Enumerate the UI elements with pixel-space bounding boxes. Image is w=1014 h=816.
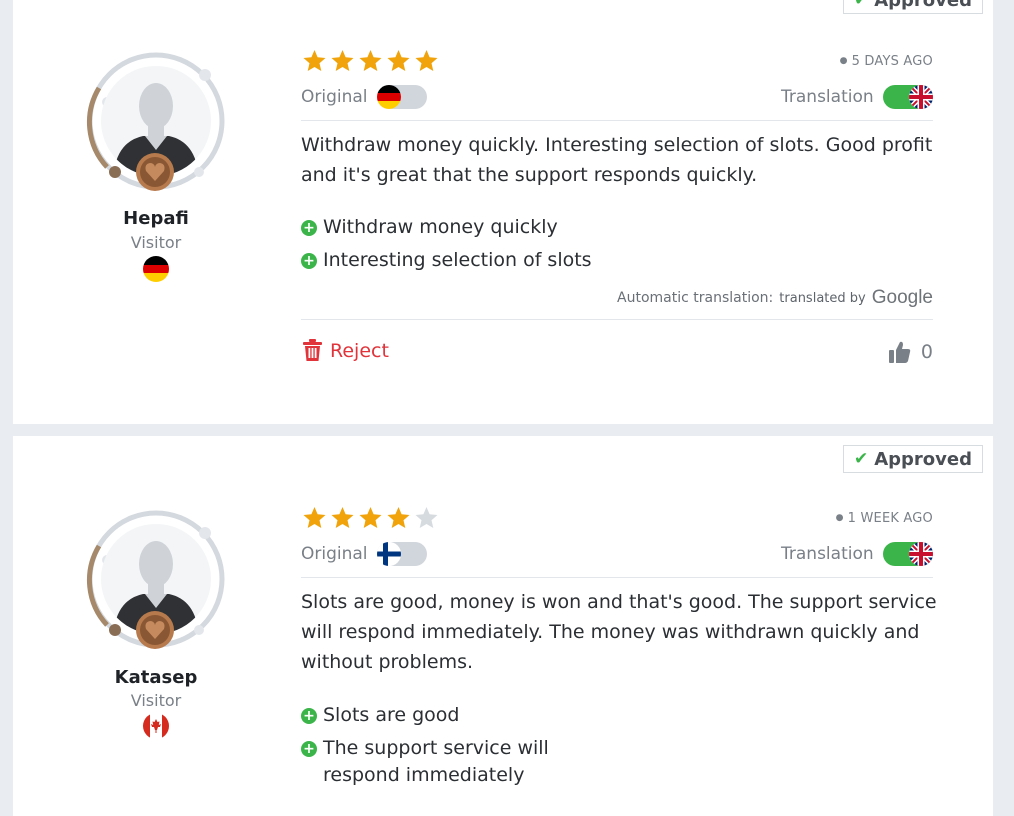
plus-icon: + <box>301 708 317 724</box>
status-label: Approved <box>874 448 972 470</box>
reject-label: Reject <box>330 339 389 362</box>
plus-icon: + <box>301 253 317 269</box>
user-role: Visitor <box>130 691 182 710</box>
uk-flag-icon <box>909 85 933 109</box>
avatar[interactable] <box>85 508 227 650</box>
trash-icon <box>303 339 322 361</box>
user-name[interactable]: Hepafi <box>85 208 227 229</box>
finland-flag-icon <box>377 542 401 566</box>
review-date: ● 1 WEEK AGO <box>835 511 933 526</box>
plus-icon: + <box>301 220 317 236</box>
date-label: 5 DAYS AGO <box>851 54 933 69</box>
original-label: Original <box>301 544 368 564</box>
status-label: Approved <box>874 0 972 11</box>
check-icon: ✔ <box>853 0 869 10</box>
review-text: Slots are good, money is won and that's … <box>301 591 937 673</box>
status-badge: ✔ Approved <box>842 445 983 473</box>
rating-stars <box>302 49 439 73</box>
divider <box>301 577 933 578</box>
star-filled-icon <box>387 507 410 528</box>
rating-stars <box>302 506 439 530</box>
star-filled-icon <box>331 50 354 71</box>
star-empty-icon <box>415 507 438 528</box>
reject-button[interactable]: Reject <box>302 339 389 362</box>
pro-text: Interesting selection of slots <box>323 249 592 271</box>
pro-text: Slots are good <box>323 704 460 726</box>
original-label: Original <box>301 87 368 107</box>
divider <box>301 120 933 121</box>
pros-list: + Slots are good + The support service wil… <box>301 702 593 795</box>
canada-flag-icon <box>143 713 169 739</box>
thumbs-up-icon <box>888 341 911 363</box>
star-filled-icon <box>415 50 438 71</box>
star-filled-icon <box>359 50 382 71</box>
pros-list: + Withdraw money quickly + Interesting sel… <box>301 214 592 280</box>
original-toggle[interactable] <box>377 85 427 109</box>
auto-translation-label: Automatic translation: <box>617 290 774 306</box>
avatar[interactable] <box>85 50 227 192</box>
pro-item: + Withdraw money quickly <box>301 214 592 241</box>
pro-item: + The support service will respond immedi… <box>301 735 593 789</box>
pro-text: The support service will respond immedia… <box>323 737 549 786</box>
translated-by-label: translated by <box>779 290 866 306</box>
like-button[interactable]: 0 <box>888 340 933 364</box>
user-name[interactable]: Katasep <box>85 667 227 688</box>
star-filled-icon <box>303 50 326 71</box>
pro-item: + Slots are good <box>301 702 593 729</box>
uk-flag-icon <box>909 542 933 566</box>
translation-toggle[interactable] <box>883 542 933 566</box>
original-toggle[interactable] <box>377 542 427 566</box>
status-badge: ✔ Approved <box>842 0 983 14</box>
likes-count: 0 <box>920 341 933 363</box>
plus-icon: + <box>301 741 317 757</box>
germany-flag-icon <box>143 256 169 282</box>
pro-text: Withdraw money quickly <box>323 216 558 238</box>
star-filled-icon <box>303 507 326 528</box>
pro-item: + Interesting selection of slots <box>301 247 592 274</box>
star-filled-icon <box>331 507 354 528</box>
review-card: ✔ Approved Katasep Visitor ● 1 WEEK AGO … <box>13 436 993 816</box>
check-icon: ✔ <box>853 449 869 469</box>
star-filled-icon <box>359 507 382 528</box>
automatic-translation-note: Automatic translation: translated by Goo… <box>617 287 933 309</box>
divider <box>301 319 933 320</box>
review-card: ✔ Approved Hepafi Visitor ● 5 DAYS AGO O… <box>13 0 993 424</box>
review-date: ● 5 DAYS AGO <box>839 54 933 69</box>
user-role: Visitor <box>130 233 182 252</box>
translation-label: Translation <box>781 544 874 564</box>
translation-toggle[interactable] <box>883 85 933 109</box>
review-text: Withdraw money quickly. Interesting sele… <box>301 134 933 186</box>
star-filled-icon <box>387 50 410 71</box>
germany-flag-icon <box>377 85 401 109</box>
date-label: 1 WEEK AGO <box>847 511 933 526</box>
google-logo: Google <box>871 287 933 308</box>
translation-label: Translation <box>781 87 874 107</box>
